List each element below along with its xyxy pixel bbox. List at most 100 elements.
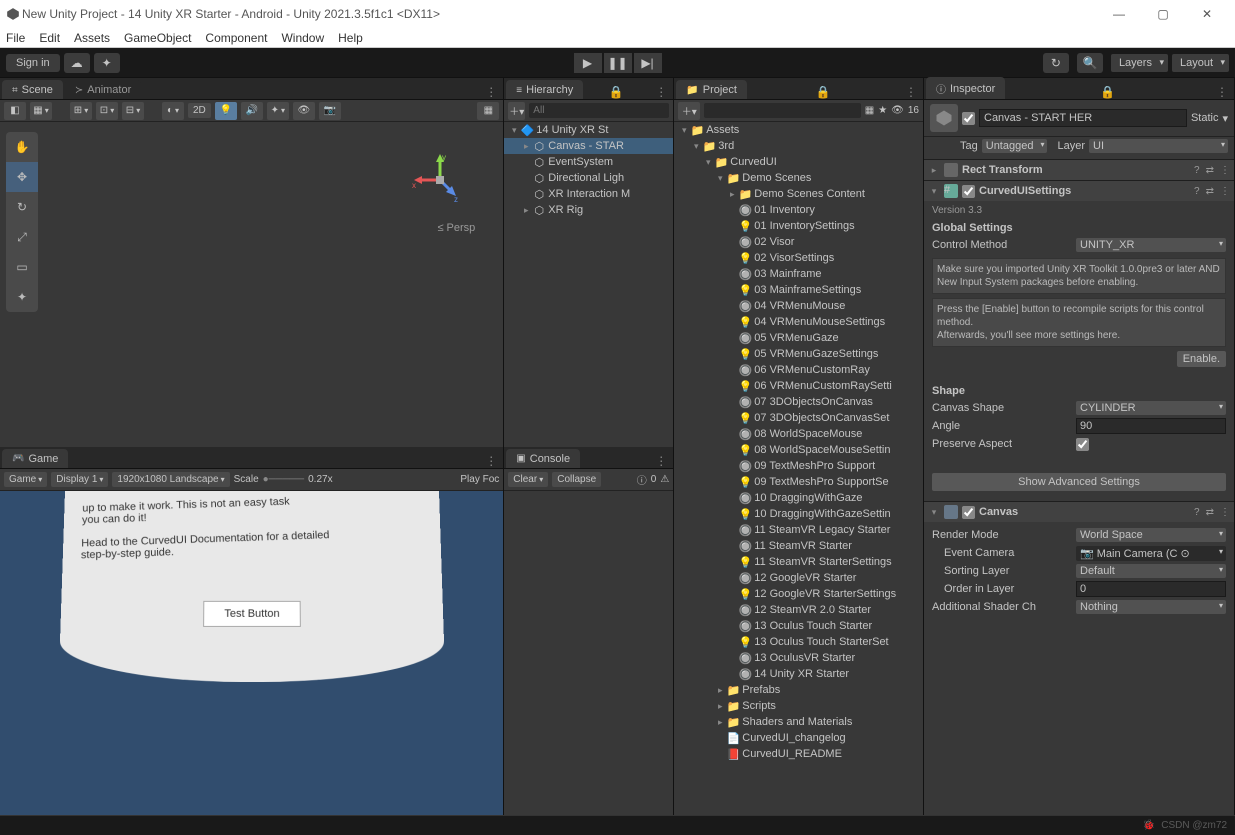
hierarchy-lock-icon[interactable]: 🔒 [603, 85, 630, 99]
project-lock-icon[interactable]: 🔒 [810, 85, 837, 99]
tab-inspector[interactable]: ⓘInspector [926, 77, 1005, 99]
scene-draw-mode-icon[interactable]: ▦ [30, 102, 52, 120]
rotate-tool-icon[interactable]: ↻ [6, 192, 38, 222]
canvas-enabled-checkbox[interactable] [962, 506, 975, 519]
project-row[interactable]: 🔘06 VRMenuCustomRay [674, 362, 923, 378]
services-icon[interactable]: ✦ [94, 53, 120, 73]
hand-tool-icon[interactable]: ✋ [6, 132, 38, 162]
tab-animator[interactable]: ≻Animator [65, 80, 141, 99]
project-row[interactable]: 🔘12 SteamVR 2.0 Starter [674, 602, 923, 618]
menu-gameobject[interactable]: GameObject [124, 31, 191, 45]
layout-dropdown[interactable]: Layout [1172, 54, 1229, 72]
project-row[interactable]: 🔘12 GoogleVR Starter [674, 570, 923, 586]
project-create-icon[interactable]: ＋▾ [678, 102, 700, 120]
signin-button[interactable]: Sign in [6, 54, 60, 72]
project-row[interactable]: 🔘03 Mainframe [674, 266, 923, 282]
menu-window[interactable]: Window [281, 31, 324, 45]
project-row[interactable]: 💡04 VRMenuMouseSettings [674, 314, 923, 330]
event-camera-field[interactable]: 📷 Main Camera (C ⊙ [1076, 546, 1226, 561]
scene-incr-icon[interactable]: ⊟ [122, 102, 144, 120]
window-minimize-button[interactable]: — [1097, 0, 1141, 28]
project-row[interactable]: 💡06 VRMenuCustomRaySetti [674, 378, 923, 394]
project-row[interactable]: 💡01 InventorySettings [674, 218, 923, 234]
hierarchy-row[interactable]: ⬡Directional Ligh [504, 170, 673, 186]
scene-snap-icon[interactable]: ⊡ [96, 102, 118, 120]
cloud-icon[interactable]: ☁ [64, 53, 90, 73]
project-row[interactable]: 💡08 WorldSpaceMouseSettin [674, 442, 923, 458]
move-tool-icon[interactable]: ✥ [6, 162, 38, 192]
preset-icon[interactable]: ⇄ [1206, 186, 1214, 197]
test-button[interactable]: Test Button [203, 600, 301, 626]
inspector-tab-menu-icon[interactable]: ⋮ [1210, 85, 1234, 99]
order-in-layer-field[interactable] [1076, 581, 1226, 597]
tab-hierarchy[interactable]: ≡Hierarchy [506, 80, 583, 99]
menu-icon[interactable]: ⋮ [1220, 165, 1230, 176]
hierarchy-row[interactable]: ▸⬡XR Rig [504, 202, 673, 218]
project-row[interactable]: 🔘09 TextMeshPro Support [674, 458, 923, 474]
project-row[interactable]: 🔘10 DraggingWithGaze [674, 490, 923, 506]
project-row[interactable]: ▸📁Shaders and Materials [674, 714, 923, 730]
enable-button[interactable]: Enable. [1177, 351, 1226, 367]
project-row[interactable]: 💡05 VRMenuGazeSettings [674, 346, 923, 362]
game-display-dropdown[interactable]: Display 1 [51, 472, 108, 487]
project-tree[interactable]: ▾📁Assets▾📁3rd▾📁CurvedUI▾📁Demo Scenes▸📁De… [674, 122, 923, 815]
render-mode-dropdown[interactable]: World Space [1076, 528, 1226, 542]
hierarchy-row[interactable]: ▸⬡Canvas - STAR [504, 138, 673, 154]
menu-edit[interactable]: Edit [39, 31, 60, 45]
step-button[interactable]: ▶| [634, 53, 662, 73]
hierarchy-tab-menu-icon[interactable]: ⋮ [649, 85, 673, 99]
project-fav-icon[interactable]: ★ [878, 105, 887, 116]
scene-audio-icon[interactable]: 🔊 [241, 102, 263, 120]
help-icon[interactable]: ? [1194, 186, 1200, 197]
project-row[interactable]: 💡09 TextMeshPro SupportSe [674, 474, 923, 490]
project-row[interactable]: 🔘05 VRMenuGaze [674, 330, 923, 346]
scene-gizmo-icon[interactable]: ▦ [477, 102, 499, 120]
menu-help[interactable]: Help [338, 31, 363, 45]
menu-icon[interactable]: ⋮ [1220, 507, 1230, 518]
gameobject-icon[interactable] [930, 104, 958, 132]
inspector-lock-icon[interactable]: 🔒 [1094, 85, 1121, 99]
game-viewport[interactable]: up to make it work. This is not an easy … [0, 491, 503, 816]
project-row[interactable]: ▾📁Assets [674, 122, 923, 138]
scene-viewport[interactable]: ✋ ✥ ↻ ⤢ ▭ ✦ y x z [0, 122, 503, 447]
tab-scene[interactable]: ⌗Scene [2, 80, 63, 99]
static-dropdown-icon[interactable]: ▾ [1222, 112, 1228, 125]
hierarchy-create-icon[interactable]: ＋▾ [508, 102, 525, 120]
sorting-layer-dropdown[interactable]: Default [1076, 564, 1226, 578]
project-row[interactable]: 💡10 DraggingWithGazeSettin [674, 506, 923, 522]
tab-game[interactable]: 🎮Game [2, 449, 68, 468]
menu-component[interactable]: Component [205, 31, 267, 45]
scene-fx-icon[interactable]: ✦ [267, 102, 289, 120]
pause-button[interactable]: ❚❚ [604, 53, 632, 73]
project-row[interactable]: 🔘02 Visor [674, 234, 923, 250]
control-method-dropdown[interactable]: UNITY_XR [1076, 238, 1226, 252]
project-row[interactable]: 🔘11 SteamVR Legacy Starter [674, 522, 923, 538]
undo-history-icon[interactable]: ↻ [1043, 53, 1069, 73]
tag-dropdown[interactable]: Untagged [982, 139, 1048, 153]
project-row[interactable]: 📕CurvedUI_README [674, 746, 923, 762]
transform-tool-icon[interactable]: ✦ [6, 282, 38, 312]
menu-icon[interactable]: ⋮ [1220, 186, 1230, 197]
hierarchy-tree[interactable]: ▾🔷14 Unity XR St▸⬡Canvas - STAR⬡EventSys… [504, 122, 673, 447]
project-row[interactable]: ▸📁Prefabs [674, 682, 923, 698]
game-tab-menu-icon[interactable]: ⋮ [479, 454, 503, 468]
project-row[interactable]: 🔘08 WorldSpaceMouse [674, 426, 923, 442]
project-search-input[interactable] [704, 103, 860, 118]
project-tab-menu-icon[interactable]: ⋮ [899, 85, 923, 99]
project-row[interactable]: 💡13 Oculus Touch StarterSet [674, 634, 923, 650]
game-resolution-dropdown[interactable]: 1920x1080 Landscape [112, 472, 229, 487]
project-row[interactable]: ▸📁Scripts [674, 698, 923, 714]
console-body[interactable] [504, 491, 673, 816]
preserve-aspect-checkbox[interactable] [1076, 438, 1089, 451]
canvas-header[interactable]: ▾ Canvas ?⇄⋮ [924, 502, 1234, 522]
scene-hidden-icon[interactable]: 👁 [293, 102, 315, 120]
scene-2d-toggle[interactable]: 2D [188, 103, 211, 118]
orientation-gizmo[interactable]: y x z [412, 152, 468, 208]
project-row[interactable]: 💡12 GoogleVR StarterSettings [674, 586, 923, 602]
project-row[interactable]: 💡02 VisorSettings [674, 250, 923, 266]
menu-file[interactable]: File [6, 31, 25, 45]
rect-transform-header[interactable]: ▸ Rect Transform ?⇄⋮ [924, 160, 1234, 180]
console-collapse-button[interactable]: Collapse [552, 472, 601, 487]
window-close-button[interactable]: ✕ [1185, 0, 1229, 28]
project-row[interactable]: 💡03 MainframeSettings [674, 282, 923, 298]
